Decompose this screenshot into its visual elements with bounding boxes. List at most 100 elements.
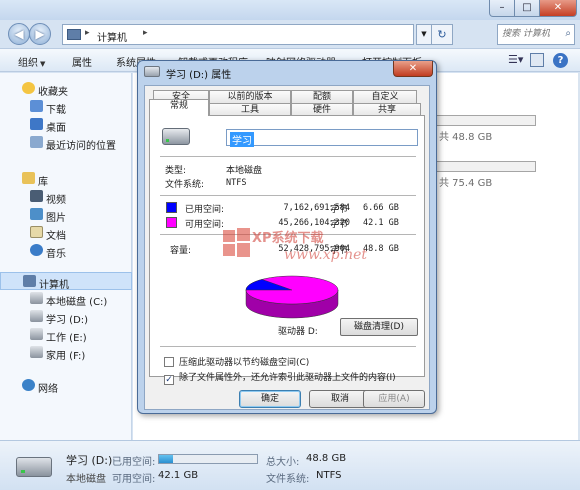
minimize-button[interactable]: –	[489, 0, 515, 17]
volume-label-input[interactable]: 学习	[226, 129, 418, 147]
organize-label: 组织	[18, 58, 38, 69]
watermark: XP系统下载 www.xp.net	[222, 225, 382, 271]
music-library-icon	[30, 244, 43, 256]
nav-item-music[interactable]: 音乐	[0, 242, 132, 260]
used-space-unit: 字节	[330, 205, 349, 215]
type-value: 本地磁盘	[226, 166, 263, 176]
type-label: 类型:	[165, 166, 187, 176]
compress-checkbox[interactable]	[164, 357, 174, 367]
chevron-down-icon: ▼	[40, 60, 46, 68]
nav-favorites[interactable]: 收藏夹	[0, 80, 132, 98]
forward-button[interactable]: ▶	[29, 23, 51, 45]
address-bar: ◀ ▶ ▸ 计算机 ▸ ▼ ↻ ⌕	[0, 20, 580, 48]
watermark-logo-icon	[223, 228, 250, 257]
address-input[interactable]: ▸ 计算机 ▸	[62, 24, 414, 45]
details-fs-value: NTFS	[316, 470, 342, 481]
dialog-close-button[interactable]: ✕	[393, 61, 433, 77]
index-label: 除了文件属性外，还允许索引此驱动器上文件的内容(I)	[179, 373, 396, 383]
picture-library-icon	[30, 208, 43, 220]
index-option[interactable]: ✓ 除了文件属性外，还允许索引此驱动器上文件的内容(I)	[164, 370, 396, 385]
nav-item-pictures[interactable]: 图片	[0, 206, 132, 224]
nav-item-downloads[interactable]: 下载	[0, 98, 132, 116]
drive-size-text: ，共 75.4 GB	[429, 178, 493, 189]
nav-item-label: 音乐	[46, 249, 66, 260]
nav-item-documents[interactable]: 文档	[0, 224, 132, 242]
drive-icon	[30, 310, 43, 322]
search-input[interactable]	[498, 25, 558, 43]
compress-label: 压缩此驱动器以节约磁盘空间(C)	[179, 358, 310, 368]
nav-item-desktop[interactable]: 桌面	[0, 116, 132, 134]
free-space-label: 可用空间:	[185, 220, 225, 230]
nav-item-drive-e[interactable]: 工作 (E:)	[0, 326, 132, 344]
details-usage-bar	[158, 454, 258, 464]
tab-customize[interactable]: 自定义	[353, 90, 417, 104]
tab-previous-versions[interactable]: 以前的版本	[209, 90, 291, 104]
compress-option[interactable]: 压缩此驱动器以节约磁盘空间(C)	[164, 355, 309, 368]
search-box: ⌕	[497, 24, 575, 45]
used-space-swatch	[166, 202, 177, 213]
desktop-icon	[30, 118, 43, 130]
maximize-button[interactable]: □	[514, 0, 540, 17]
properties-button[interactable]: 属性	[72, 54, 92, 69]
breadcrumb-chevron-icon[interactable]: ▸	[143, 28, 148, 38]
divider	[160, 156, 416, 158]
download-folder-icon	[30, 100, 43, 112]
dialog-titlebar[interactable]: 学习 (D:) 属性	[144, 63, 430, 81]
library-icon	[22, 172, 35, 184]
nav-item-label: 学习 (D:)	[46, 315, 89, 326]
tab-quota[interactable]: 配额	[291, 90, 353, 104]
nav-favorites-label: 收藏夹	[38, 87, 68, 98]
index-checkbox[interactable]: ✓	[164, 375, 174, 385]
search-icon[interactable]: ⌕	[565, 28, 571, 39]
network-icon	[22, 379, 35, 391]
cancel-button[interactable]: 取消	[309, 390, 371, 408]
preview-pane-icon[interactable]	[530, 53, 544, 67]
nav-libraries-label: 库	[38, 177, 48, 188]
divider	[160, 346, 416, 348]
breadcrumb-chevron-icon[interactable]: ▸	[85, 28, 90, 38]
back-button[interactable]: ◀	[8, 23, 30, 45]
nav-libraries[interactable]: 库	[0, 170, 132, 188]
nav-computer[interactable]: 计算机	[0, 272, 132, 291]
watermark-brand: XP系统下载	[252, 231, 324, 246]
ok-button[interactable]: 确定	[239, 390, 301, 408]
nav-item-label: 文档	[46, 231, 66, 242]
close-button[interactable]: ✕	[539, 0, 577, 17]
nav-item-label: 工作 (E:)	[46, 333, 87, 344]
refresh-button[interactable]: ↻	[431, 24, 453, 45]
organize-button[interactable]: 组织 ▼	[18, 54, 45, 69]
free-space-swatch	[166, 217, 177, 228]
explorer-titlebar: – □ ✕	[0, 0, 580, 20]
filesystem-value: NTFS	[226, 178, 247, 188]
nav-network-label: 网络	[38, 384, 58, 395]
volume-label-text: 学习	[230, 132, 254, 147]
nav-item-label: 桌面	[46, 123, 66, 134]
drive-icon	[30, 292, 43, 304]
breadcrumb-computer[interactable]: 计算机	[97, 29, 127, 44]
drive-icon	[162, 128, 190, 145]
view-options-icon[interactable]: ☰▾	[508, 53, 523, 66]
nav-item-drive-d[interactable]: 学习 (D:)	[0, 308, 132, 326]
nav-computer-label: 计算机	[39, 280, 69, 291]
computer-icon	[67, 29, 81, 40]
divider	[160, 195, 416, 197]
disk-cleanup-button[interactable]: 磁盘清理(D)	[340, 318, 418, 336]
nav-item-label: 最近访问的位置	[46, 141, 116, 152]
drive-icon	[144, 66, 160, 77]
help-icon[interactable]: ?	[553, 53, 568, 68]
drive-icon	[16, 457, 52, 477]
details-total-label: 总大小:	[266, 457, 300, 468]
drive-caption: 驱动器 D:	[278, 327, 318, 337]
nav-item-label: 本地磁盘 (C:)	[46, 297, 108, 308]
nav-item-drive-c[interactable]: 本地磁盘 (C:)	[0, 290, 132, 308]
address-history-dropdown[interactable]: ▼	[416, 24, 432, 45]
computer-icon	[23, 275, 36, 287]
details-total-value: 48.8 GB	[306, 453, 347, 464]
tab-general[interactable]: 常规	[149, 99, 209, 116]
nav-network[interactable]: 网络	[0, 377, 132, 395]
nav-item-recent-places[interactable]: 最近访问的位置	[0, 134, 132, 152]
nav-item-drive-f[interactable]: 家用 (F:)	[0, 344, 132, 362]
nav-item-videos[interactable]: 视频	[0, 188, 132, 206]
nav-item-label: 图片	[46, 213, 66, 224]
recent-places-icon	[30, 136, 43, 148]
